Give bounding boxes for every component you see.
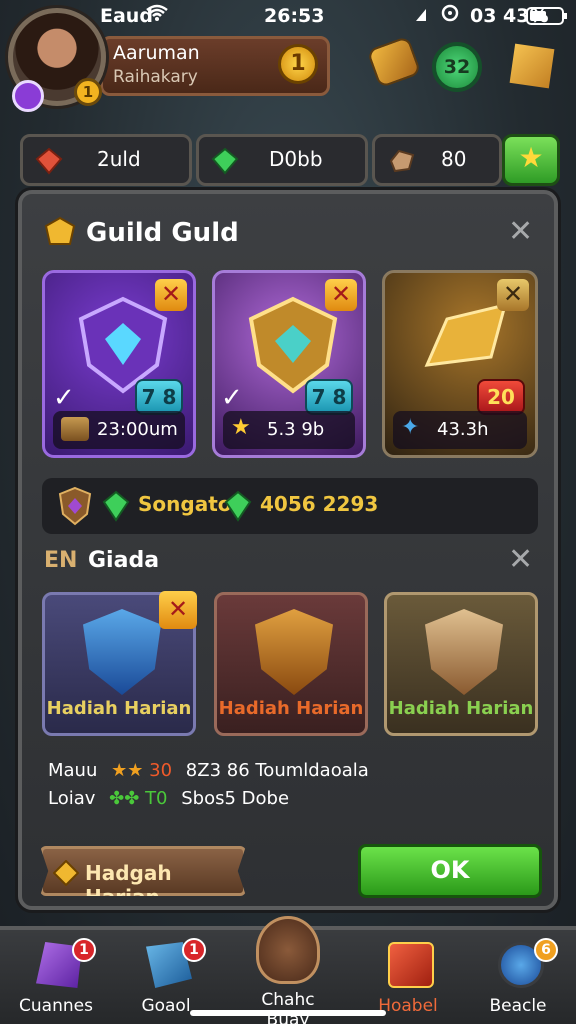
guild-info-bar: Songato 4056 2293 [42,478,538,534]
gem-counter[interactable]: 32 [432,42,482,92]
currency-gem[interactable]: D0bb [196,134,368,186]
red-crystal-icon [35,147,63,175]
check-icon: ✓ [53,383,75,413]
button-label: Hadgah Harian [85,861,172,909]
row-label: Loiav [48,788,96,809]
player-subtitle: Raihakary [113,67,198,87]
resource-chest-icon[interactable] [366,35,422,89]
currency-crystal[interactable]: 2uld [20,134,192,186]
row-count: T0 [145,788,168,809]
nav-label: Beacle [489,996,547,1016]
gold-bar-icon[interactable] [509,43,555,89]
reward-card-2[interactable]: ✕ 7 8 ✓ ★ 5.3 9b [212,270,366,458]
section-prefix: EN [44,548,78,573]
star-icon: ★★ [111,760,144,781]
home-indicator[interactable] [190,1010,386,1016]
sparkle-icon: ✦ [401,415,420,440]
row-text: Sbos5 Dobe [181,788,290,809]
remove-icon[interactable]: ✕ [497,279,529,311]
row-count: 30 [149,760,173,781]
green-gem-icon [102,490,130,522]
currency-value: 80 [441,147,467,171]
daily-reward-1[interactable]: ✕ Hadiah Harian [42,591,197,736]
currency-value: D0bb [269,147,323,171]
diamond-icon [53,860,79,886]
ok-button[interactable]: OK [358,844,542,898]
remove-icon[interactable]: ✕ [159,591,197,629]
panel-title: Guild Guld [86,218,239,248]
nav-item-beacle[interactable]: 6 Beacle [468,938,568,1022]
green-gem-icon [224,490,252,522]
nav-item-cuannes[interactable]: 1 Cuannes [6,938,106,1022]
card-level: 7 8 [305,379,353,415]
star-shield-icon [425,609,503,695]
blue-shield-icon [83,609,161,695]
carrier-label: Eaud [100,5,153,27]
player-name: Aaruman [113,42,200,64]
shield-badge-icon [58,486,92,526]
info-value: 4056 2293 [260,492,379,516]
battery-icon [526,7,568,30]
feather-badge-icon [12,80,44,112]
level-badge: 1 [74,78,102,106]
location-icon [440,4,460,27]
log-icon [61,417,89,441]
close-icon[interactable]: ✕ [508,542,533,577]
card-label: 23:00um [97,419,178,440]
check-icon: ✓ [221,383,243,413]
nav-label: Chahc Buay [261,990,315,1024]
reward-label: Hadiah Harian [218,698,364,719]
reward-label: Hadiah Harian [46,698,192,719]
guild-shield-icon [256,916,320,984]
ore-icon [389,149,415,173]
coin-button[interactable]: 1 [278,44,318,84]
guild-panel: Guild Guld ✕ ✕ 7 8 ✓ 23:00um ✕ 7 8 ✓ ★ 5… [18,190,558,910]
row-text: 8Z3 86 Toumldaoala [185,760,369,781]
currency-value: 2uld [97,147,141,171]
close-icon[interactable]: ✕ [508,214,533,249]
wifi-icon [146,4,168,27]
star-icon: ★ [231,415,251,440]
reward-row-2: Loiav ✤✤ T0 Sbos5 Dobe [48,788,289,809]
gold-cube-icon [44,216,76,245]
reward-row-1: Mauu ★★ 30 8Z3 86 Toumldaoala [48,760,369,781]
card-label: 5.3 9b [267,419,325,440]
card-level: 20 [477,379,525,415]
nav-label: Cuannes [19,996,93,1016]
section-title: Giada [88,548,160,573]
nav-item-guild[interactable]: Chahc Buay [238,916,338,1024]
signal-icon [414,6,432,28]
green-gem-icon [211,147,239,175]
reward-label: Hadiah Harian [388,698,534,719]
notification-badge: 6 [534,938,558,962]
clock-time: 26:53 [264,5,325,27]
info-text: Songato [138,492,232,516]
gold-shield-icon [255,609,333,695]
daily-reward-button[interactable]: Hadgah Harian [40,846,246,896]
remove-icon[interactable]: ✕ [155,279,187,311]
card-level: 7 8 [135,379,183,415]
add-currency-button[interactable]: ★ [502,134,560,186]
red-chest-icon [388,942,434,988]
daily-reward-2[interactable]: Hadiah Harian [214,592,368,736]
reward-card-3[interactable]: ✕ 20 ✦ 43.3h [382,270,538,458]
card-label: 43.3h [437,419,489,440]
clover-icon: ✤✤ [109,788,140,809]
row-label: Mauu [48,760,98,781]
daily-reward-3[interactable]: Hadiah Harian [384,592,538,736]
notification-badge: 1 [72,938,96,962]
currency-ore[interactable]: 80 [372,134,502,186]
remove-icon[interactable]: ✕ [325,279,357,311]
notification-badge: 1 [182,938,206,962]
reward-card-1[interactable]: ✕ 7 8 ✓ 23:00um [42,270,196,458]
